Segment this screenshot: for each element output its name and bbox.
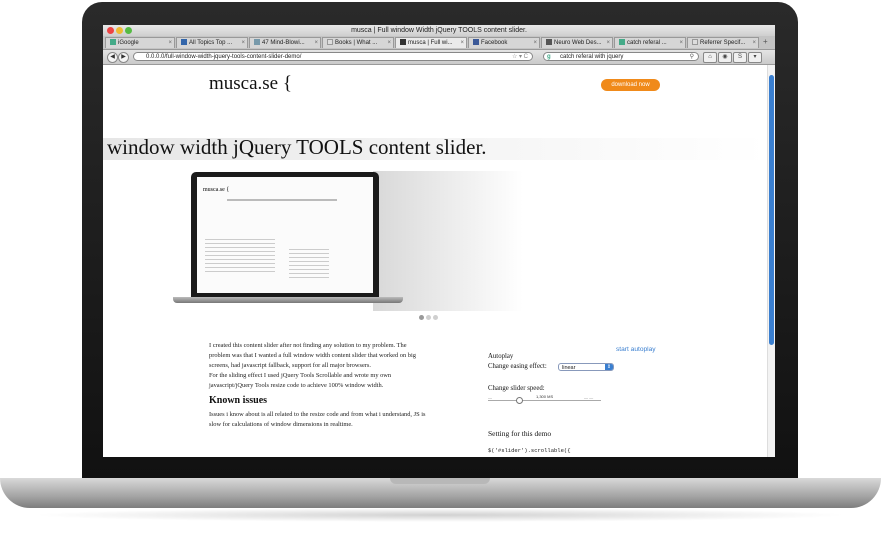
slider-navigation (419, 307, 440, 325)
home-icon[interactable]: ⌂ (703, 52, 717, 63)
tab-label: Facebook (481, 40, 508, 46)
slide-laptop-base (173, 297, 403, 303)
slider-dot[interactable] (426, 315, 431, 320)
window-titlebar: musca | Full window Width jQuery TOOLS c… (103, 25, 775, 36)
scrollbar-thumb[interactable] (769, 75, 774, 345)
known-issues-heading: Known issues (209, 395, 268, 406)
mini-logo: musca.se { (203, 187, 230, 193)
close-tab-icon[interactable]: × (241, 38, 245, 48)
close-tab-icon[interactable]: × (460, 38, 464, 48)
slide-screenshot: musca.se { (197, 177, 373, 293)
site-logo[interactable]: musca.se { (209, 73, 292, 95)
facebook-icon (473, 39, 479, 46)
intro-line: screens, had javascript fallback, suppor… (209, 362, 372, 369)
tab-bar: iGoogle × All Topics Top ... × 47 Mind-Blo… (103, 36, 775, 50)
mini-text-block (205, 239, 275, 273)
intro-text: I created this content slider after not … (209, 341, 471, 391)
topics-icon (181, 39, 187, 46)
back-icon[interactable]: ◀ (107, 52, 118, 63)
intro-line: I created this content slider after not … (209, 342, 407, 349)
page-icon (327, 39, 333, 46)
download-button[interactable]: download now (601, 79, 660, 91)
tab-musca[interactable]: musca | Full wi... × (395, 37, 467, 48)
window-title: musca | Full window Width jQuery TOOLS c… (351, 27, 527, 34)
intro-line: javascript/jQuery Tools resize code to a… (209, 382, 384, 389)
tab-label: Neuro Web Des... (554, 40, 602, 46)
search-text: catch referal with jquery (560, 54, 624, 60)
tab-books[interactable]: Books | What ... × (322, 37, 394, 48)
known-issues-text: Issues i know about is all related to th… (209, 410, 471, 430)
slide-fade (373, 171, 523, 311)
google-search-icon: g (547, 54, 551, 60)
close-tab-icon[interactable]: × (679, 38, 683, 48)
speed-label: Change slider speed: (488, 385, 545, 392)
tab-igoogle[interactable]: iGoogle × (105, 37, 175, 48)
reload-icon[interactable]: ☆ ▾ C (512, 53, 528, 62)
start-autoplay-link[interactable]: start autoplay (616, 346, 656, 353)
search-input[interactable]: g catch referal with jquery ⚲ (543, 52, 699, 61)
close-tab-icon[interactable]: × (606, 38, 610, 48)
close-window-button[interactable] (107, 27, 114, 34)
google-icon (110, 39, 116, 46)
url-text: 0.0.0.0/full-window-width-jquery-tools-c… (146, 54, 302, 60)
slider-dot[interactable] (419, 315, 424, 320)
page-content: musca.se { download now window width jQu… (103, 65, 767, 457)
easing-value: linear (562, 365, 576, 371)
musca-icon (400, 39, 406, 46)
intro-line: problem was that I wanted a full window … (209, 352, 416, 359)
tab-label: musca | Full wi... (408, 40, 453, 46)
tab-label: All Topics Top ... (189, 40, 233, 46)
page-icon (692, 39, 698, 46)
code-line: $('#slider').scrollable({ (488, 447, 571, 454)
easing-label: Change easing effect: (488, 363, 547, 370)
issues-line: slow for calculations of window dimensio… (209, 421, 353, 428)
tab-all-topics[interactable]: All Topics Top ... × (176, 37, 248, 48)
mini-settings-block (289, 249, 329, 279)
skype-icon[interactable]: S (733, 52, 747, 63)
speed-value: 1,300 MS (536, 394, 554, 399)
speed-slider-track[interactable] (488, 400, 601, 401)
google-icon (619, 39, 625, 46)
minimize-window-button[interactable] (116, 27, 123, 34)
chevron-down-icon: ⇕ (605, 364, 613, 370)
tab-label: catch referal ... (627, 40, 667, 46)
autoplay-label: Autoplay (488, 353, 514, 360)
zoom-window-button[interactable] (125, 27, 132, 34)
address-bar[interactable]: 0.0.0.0/full-window-width-jquery-tools-c… (133, 52, 533, 61)
tab-mind-blowing[interactable]: 47 Mind-Blowi... × (249, 37, 321, 48)
addon-icon[interactable]: ◉ (718, 52, 732, 63)
page-icon (254, 39, 260, 46)
page-scrollbar[interactable] (767, 65, 775, 457)
hero-title: window width jQuery TOOLS content slider… (107, 135, 487, 159)
easing-select[interactable]: linear ⇕ (558, 363, 614, 371)
tab-label: Referrer Specif... (700, 40, 746, 46)
mini-text-line (227, 199, 337, 201)
intro-line: For the sliding effect I used jQuery Too… (209, 372, 392, 379)
tab-catch-referal[interactable]: catch referal ... × (614, 37, 686, 48)
speed-slider-handle[interactable] (516, 397, 523, 404)
tab-neuro-web[interactable]: Neuro Web Des... × (541, 37, 613, 48)
laptop-shadow (30, 508, 850, 522)
close-tab-icon[interactable]: × (168, 38, 172, 48)
close-tab-icon[interactable]: × (314, 38, 318, 48)
page-icon (546, 39, 552, 46)
tab-label: Books | What ... (335, 40, 378, 46)
close-tab-icon[interactable]: × (533, 38, 537, 48)
tab-label: 47 Mind-Blowi... (262, 40, 305, 46)
new-tab-button[interactable]: + (763, 37, 768, 46)
close-tab-icon[interactable]: × (387, 38, 391, 48)
browser-window: musca | Full window Width jQuery TOOLS c… (103, 25, 775, 457)
forward-icon[interactable]: ▶ (118, 52, 129, 63)
tab-facebook[interactable]: Facebook × (468, 37, 540, 48)
issues-line: Issues i know about is all related to th… (209, 411, 426, 418)
laptop-notch (390, 478, 490, 484)
tab-label: iGoogle (118, 40, 139, 46)
extensions-icon[interactable]: ▾ (748, 52, 762, 63)
slider-dot[interactable] (433, 315, 438, 320)
search-icon[interactable]: ⚲ (690, 53, 694, 62)
navigation-bar: ◀ ▶ 0.0.0.0/full-window-width-jquery-too… (103, 50, 775, 65)
close-tab-icon[interactable]: × (752, 38, 756, 48)
demo-settings-heading: Setting for this demo (488, 429, 552, 438)
tab-referrer[interactable]: Referrer Specif... × (687, 37, 759, 48)
